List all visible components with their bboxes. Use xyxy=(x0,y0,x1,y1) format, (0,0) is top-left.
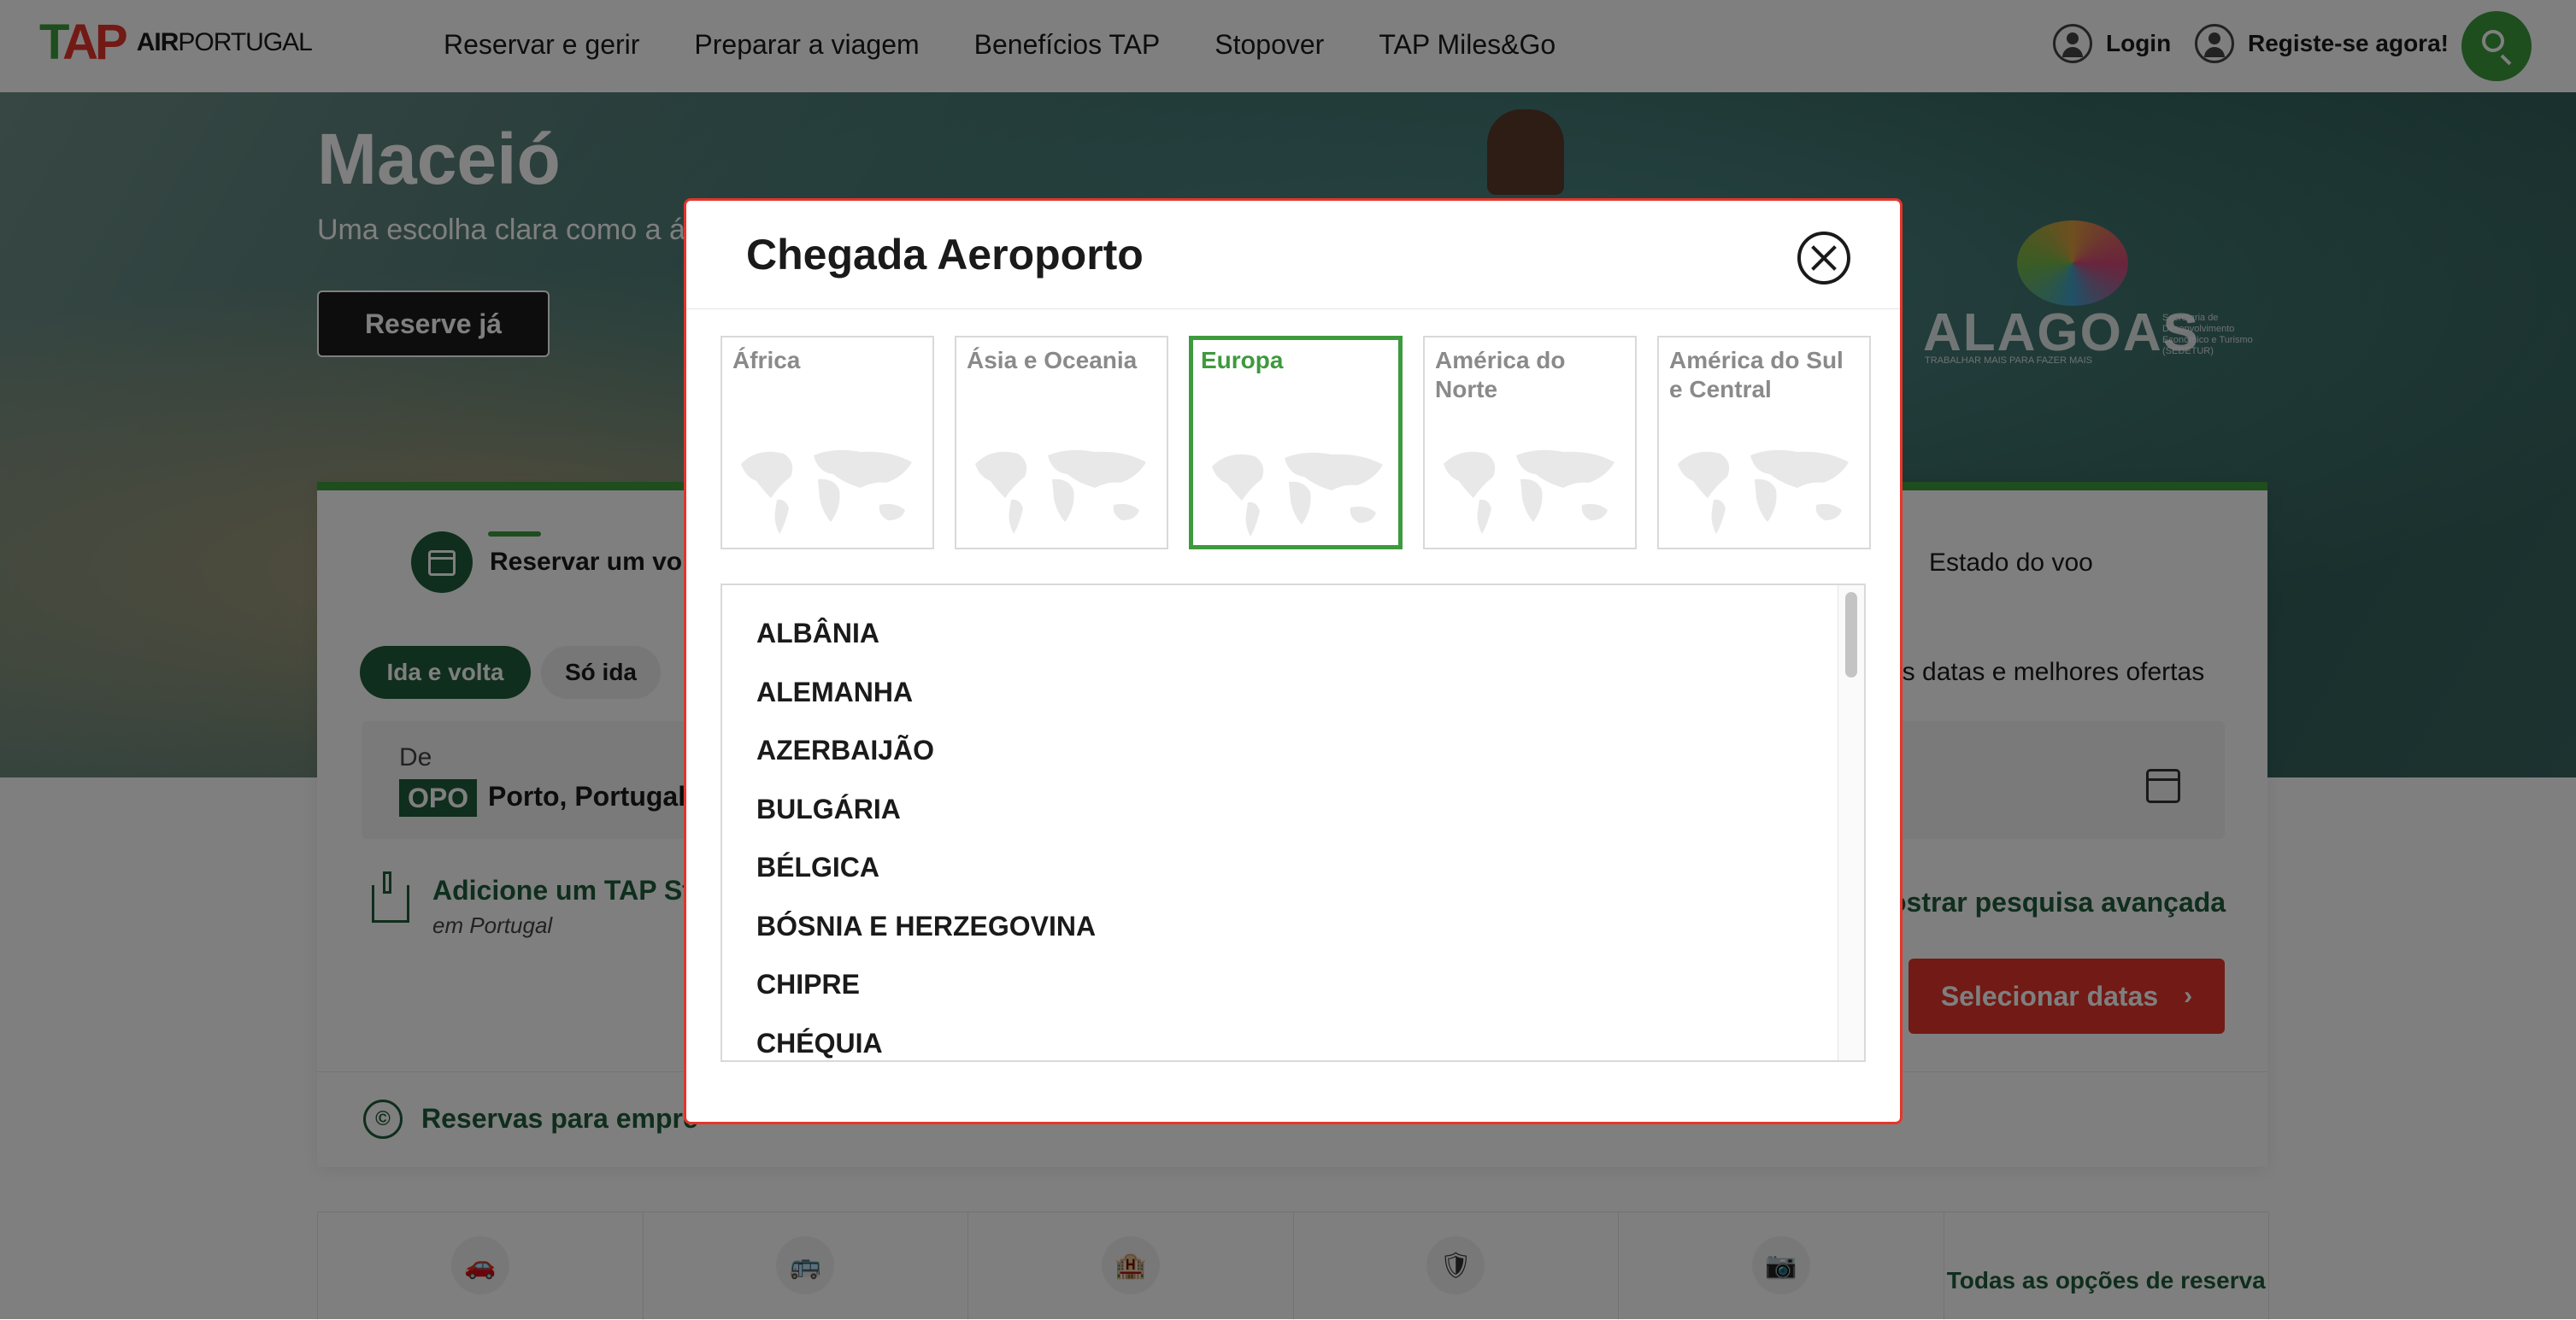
country-item[interactable]: BÉLGICA xyxy=(756,852,879,883)
region-card[interactable]: Ásia e Oceania xyxy=(955,336,1168,549)
region-card[interactable]: América do Sul e Central xyxy=(1657,336,1871,549)
region-label: Europa xyxy=(1201,347,1284,373)
country-item[interactable]: ALBÂNIA xyxy=(756,618,879,649)
modal-divider xyxy=(686,308,1900,309)
country-item[interactable]: ALEMANHA xyxy=(756,677,913,708)
country-item[interactable]: CHIPRE xyxy=(756,969,860,1000)
scrollbar-thumb[interactable] xyxy=(1845,592,1857,678)
country-item[interactable]: CHÉQUIA xyxy=(756,1028,883,1059)
region-label: América do Sul e Central xyxy=(1669,347,1844,402)
region-label: América do Norte xyxy=(1435,347,1566,402)
country-item[interactable]: AZERBAIJÃO xyxy=(756,735,934,766)
region-card[interactable]: América do Norte xyxy=(1423,336,1637,549)
country-item[interactable]: BÓSNIA E HERZEGOVINA xyxy=(756,911,1096,942)
region-card[interactable]: África xyxy=(720,336,934,549)
region-selector: África Ásia e Oceania Europa América do Nor… xyxy=(720,336,1871,549)
country-item[interactable]: BULGÁRIA xyxy=(756,794,901,825)
close-icon[interactable] xyxy=(1797,232,1850,285)
region-label: África xyxy=(732,347,801,373)
region-label: Ásia e Oceania xyxy=(967,347,1138,373)
modal-title: Chegada Aeroporto xyxy=(746,231,1144,279)
region-card[interactable]: Europa xyxy=(1189,336,1403,549)
arrival-airport-modal: Chegada Aeroporto África Ásia e Oceania Eu… xyxy=(684,198,1903,1124)
country-list[interactable]: ALBÂNIA ALEMANHA AZERBAIJÃO BULGÁRIA BÉLGICA… xyxy=(720,584,1866,1062)
list-scrollbar[interactable] xyxy=(1838,585,1864,1060)
